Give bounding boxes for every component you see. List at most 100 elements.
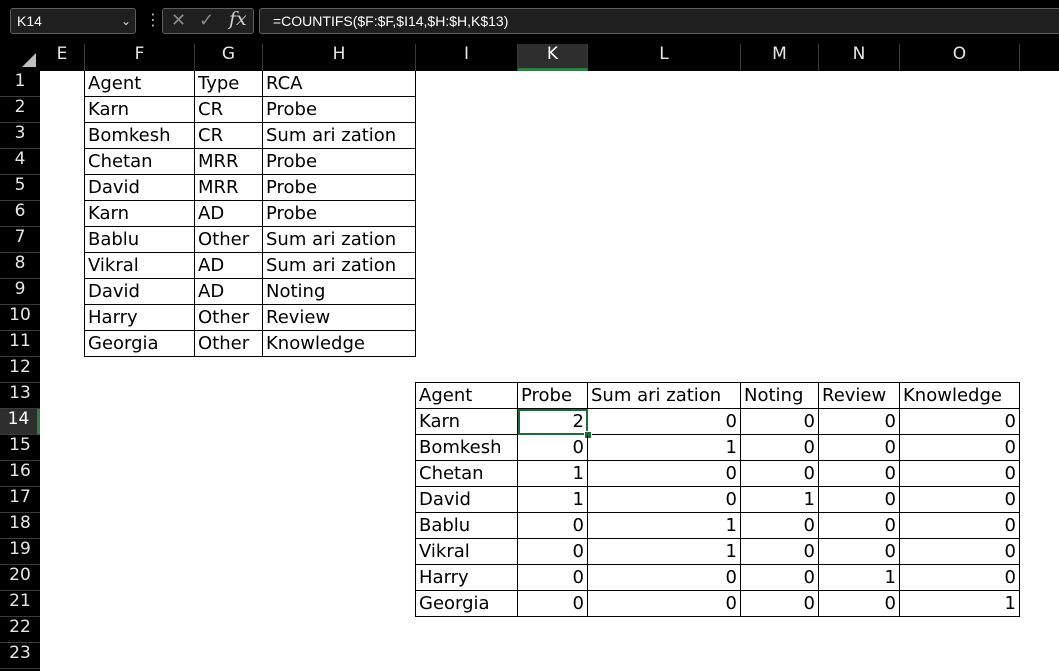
row-header[interactable]: 8 [0, 253, 40, 279]
select-all-corner[interactable] [0, 44, 40, 71]
table-cell[interactable]: 0 [900, 513, 1020, 539]
table-cell[interactable]: Sum ari zation [263, 227, 416, 253]
table-header-cell[interactable]: Type [195, 71, 263, 97]
column-header-o[interactable]: O [900, 44, 1020, 71]
row-header[interactable]: 3 [0, 123, 40, 149]
table-cell[interactable]: Karn [85, 201, 195, 227]
table-cell[interactable]: Vikral [416, 539, 518, 565]
table-cell[interactable]: David [85, 175, 195, 201]
table-cell[interactable]: Noting [263, 279, 416, 305]
table-header-cell[interactable]: Agent [85, 71, 195, 97]
row-header[interactable]: 7 [0, 227, 40, 253]
row-header[interactable]: 18 [0, 513, 40, 539]
table-cell[interactable]: Probe [263, 149, 416, 175]
column-header-h[interactable]: H [263, 44, 416, 71]
table-cell[interactable]: 0 [900, 409, 1020, 435]
table-cell[interactable]: Bablu [416, 513, 518, 539]
row-header[interactable]: 5 [0, 175, 40, 201]
table-cell[interactable]: Chetan [416, 461, 518, 487]
table-cell[interactable]: Sum ari zation [263, 253, 416, 279]
table-cell[interactable]: 0 [741, 539, 819, 565]
table-cell[interactable]: 0 [518, 539, 588, 565]
table-cell[interactable]: 1 [518, 487, 588, 513]
table-cell[interactable]: Georgia [85, 331, 195, 357]
table-cell[interactable]: 0 [900, 565, 1020, 591]
column-header-i[interactable]: I [416, 44, 518, 71]
more-options-icon[interactable]: ⋮ [145, 10, 161, 29]
row-header[interactable]: 20 [0, 565, 40, 591]
table-cell[interactable]: 0 [741, 409, 819, 435]
table-cell[interactable]: 0 [819, 487, 900, 513]
table-header-cell[interactable]: Sum ari zation [588, 383, 741, 409]
table-cell[interactable]: 0 [900, 461, 1020, 487]
table-cell[interactable]: 0 [819, 513, 900, 539]
table-cell[interactable]: AD [195, 279, 263, 305]
row-header[interactable]: 4 [0, 149, 40, 175]
table-cell[interactable]: CR [195, 97, 263, 123]
table-cell[interactable]: Harry [85, 305, 195, 331]
table-cell[interactable]: 1 [588, 435, 741, 461]
row-header[interactable]: 10 [0, 305, 40, 331]
table-cell[interactable]: 0 [900, 487, 1020, 513]
table-cell[interactable]: Georgia [416, 591, 518, 617]
table-cell[interactable]: 0 [819, 435, 900, 461]
table-cell[interactable]: Bomkesh [416, 435, 518, 461]
column-header-g[interactable]: G [195, 44, 263, 71]
table-cell[interactable]: Bablu [85, 227, 195, 253]
row-header[interactable]: 19 [0, 539, 40, 565]
chevron-down-icon[interactable]: ⌄ [121, 9, 131, 33]
table-header-cell[interactable]: Probe [518, 383, 588, 409]
row-header[interactable]: 12 [0, 357, 40, 383]
table-cell[interactable]: Knowledge [263, 331, 416, 357]
table-cell[interactable]: Probe [263, 201, 416, 227]
table-cell[interactable]: AD [195, 253, 263, 279]
table-cell[interactable]: Sum ari zation [263, 123, 416, 149]
table-cell[interactable]: Other [195, 331, 263, 357]
table-cell[interactable]: 0 [819, 461, 900, 487]
row-header[interactable]: 15 [0, 435, 40, 461]
table-cell[interactable]: 0 [741, 513, 819, 539]
row-header[interactable]: 6 [0, 201, 40, 227]
table-cell[interactable]: 0 [518, 513, 588, 539]
table-header-cell[interactable]: Agent [416, 383, 518, 409]
table-cell[interactable]: CR [195, 123, 263, 149]
table-cell[interactable]: Karn [85, 97, 195, 123]
worksheet-grid[interactable]: Agent Type RCA Karn CR Probe Bomkesh CR … [40, 71, 1059, 671]
enter-icon[interactable]: ✓ [199, 10, 214, 31]
row-header[interactable]: 1 [0, 71, 40, 97]
table-cell[interactable]: 0 [518, 435, 588, 461]
formula-input[interactable]: =COUNTIFS($F:$F,$I14,$H:$H,K$13) [259, 8, 1059, 34]
row-header[interactable]: 9 [0, 279, 40, 305]
table-cell[interactable]: 1 [518, 461, 588, 487]
table-cell[interactable]: 1 [741, 487, 819, 513]
table-cell[interactable]: Chetan [85, 149, 195, 175]
table-cell[interactable]: 0 [518, 565, 588, 591]
table-cell[interactable]: 1 [900, 591, 1020, 617]
table-cell[interactable]: Karn [416, 409, 518, 435]
table-cell[interactable]: 0 [741, 565, 819, 591]
row-header[interactable]: 17 [0, 487, 40, 513]
table-cell[interactable]: 0 [518, 591, 588, 617]
insert-function-icon[interactable]: fx [229, 8, 247, 30]
row-header[interactable]: 13 [0, 383, 40, 409]
table-cell[interactable]: 0 [900, 435, 1020, 461]
table-cell[interactable]: 0 [588, 565, 741, 591]
column-header-e[interactable]: E [40, 44, 85, 71]
table-cell[interactable]: 1 [588, 539, 741, 565]
row-header-selected[interactable]: 14 [0, 409, 40, 435]
row-header[interactable]: 23 [0, 643, 40, 669]
table-cell[interactable]: 0 [741, 435, 819, 461]
table-cell[interactable]: 0 [588, 591, 741, 617]
table-header-cell[interactable]: Noting [741, 383, 819, 409]
column-header-n[interactable]: N [819, 44, 900, 71]
row-header[interactable]: 16 [0, 461, 40, 487]
column-header-l[interactable]: L [588, 44, 741, 71]
table-cell[interactable]: Vikral [85, 253, 195, 279]
cancel-icon[interactable]: ✕ [171, 10, 186, 31]
table-cell[interactable]: Other [195, 305, 263, 331]
row-header[interactable]: 21 [0, 591, 40, 617]
table-header-cell[interactable]: RCA [263, 71, 416, 97]
table-cell[interactable]: 0 [900, 539, 1020, 565]
name-box[interactable]: K14 ⌄ [10, 8, 136, 34]
table-cell[interactable]: 0 [819, 409, 900, 435]
